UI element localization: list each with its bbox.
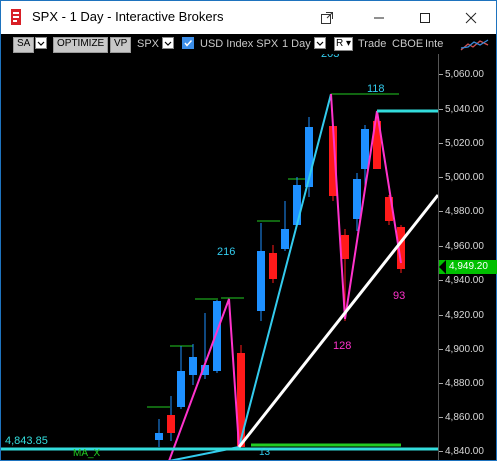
index-checkbox[interactable]	[182, 37, 194, 49]
r-button[interactable]: R ▾	[334, 37, 354, 51]
maximize-icon	[420, 12, 430, 23]
tick-label: 5,020.00	[439, 138, 484, 149]
window-title: SPX - 1 Day - Interactive Brokers	[32, 9, 224, 24]
close-button[interactable]	[448, 1, 494, 34]
uptrend-line	[237, 194, 438, 448]
tick-label: 4,840.00	[439, 446, 484, 457]
count-128: 128	[333, 340, 352, 352]
r-label: R	[336, 38, 344, 49]
chart-toolbar: SA OPTIMIZE VP SPX USD Index SPX 1 Day R…	[1, 34, 496, 54]
maximize-button[interactable]	[402, 1, 448, 34]
minimize-icon	[374, 17, 384, 18]
count-203: 203	[321, 54, 340, 60]
tick-label: 5,000.00	[439, 172, 484, 183]
last-price-tag: 4,949.20	[439, 260, 497, 274]
exchange-label: CBOE	[392, 38, 424, 50]
sa-dropdown[interactable]	[35, 37, 47, 49]
tick-label: 4,940.00	[439, 275, 484, 286]
close-icon	[465, 12, 477, 23]
price-axis[interactable]: 5,060.00 5,040.00 5,020.00 5,000.00 4,98…	[438, 54, 497, 460]
app-window: SPX - 1 Day - Interactive Brokers SA OPT…	[0, 0, 497, 461]
chevron-down-icon	[316, 41, 324, 46]
popout-button[interactable]	[304, 1, 350, 34]
period-dropdown[interactable]	[314, 37, 326, 49]
left-price-label: 4,843.85	[5, 435, 48, 447]
count-216: 216	[217, 246, 236, 258]
trade-link[interactable]: Trade	[358, 37, 386, 51]
index-label: USD Index SPX	[200, 38, 279, 50]
tick-label: 4,900.00	[439, 344, 484, 355]
vp-button[interactable]: VP	[110, 37, 132, 53]
minimize-button[interactable]	[356, 1, 402, 34]
tick-label: 5,060.00	[439, 69, 484, 80]
ma-label: MA_X	[73, 448, 101, 459]
count-118: 118	[367, 83, 385, 95]
chevron-down-icon	[37, 41, 45, 46]
period-label[interactable]: 1 Day	[282, 37, 311, 51]
title-bar[interactable]: SPX - 1 Day - Interactive Brokers	[1, 1, 496, 34]
symbol-dropdown[interactable]	[162, 37, 174, 49]
tick-label: 4,860.00	[439, 412, 484, 423]
tick-label: 4,880.00	[439, 378, 484, 389]
checkmark-icon	[184, 39, 193, 47]
tick-label: 4,980.00	[439, 206, 484, 217]
chart-area[interactable]: 203 118 216 128 93 4,843.85 MA_X 13	[1, 54, 438, 460]
symbol-label[interactable]: SPX	[137, 37, 159, 51]
intervals-label: Inte	[425, 38, 444, 50]
popout-icon	[321, 11, 333, 24]
optimize-button[interactable]: OPTIMIZE	[53, 37, 109, 53]
count-93: 93	[393, 290, 406, 302]
chevron-down-icon	[164, 41, 172, 46]
tick-label: 4,960.00	[439, 241, 484, 252]
tick-label: 5,040.00	[439, 104, 484, 115]
sa-button[interactable]: SA	[13, 37, 35, 53]
tick-label: 4,920.00	[439, 310, 484, 321]
trend-indicator-icon[interactable]	[460, 38, 490, 52]
app-icon	[11, 9, 21, 25]
count-bottom: 13	[259, 447, 271, 458]
